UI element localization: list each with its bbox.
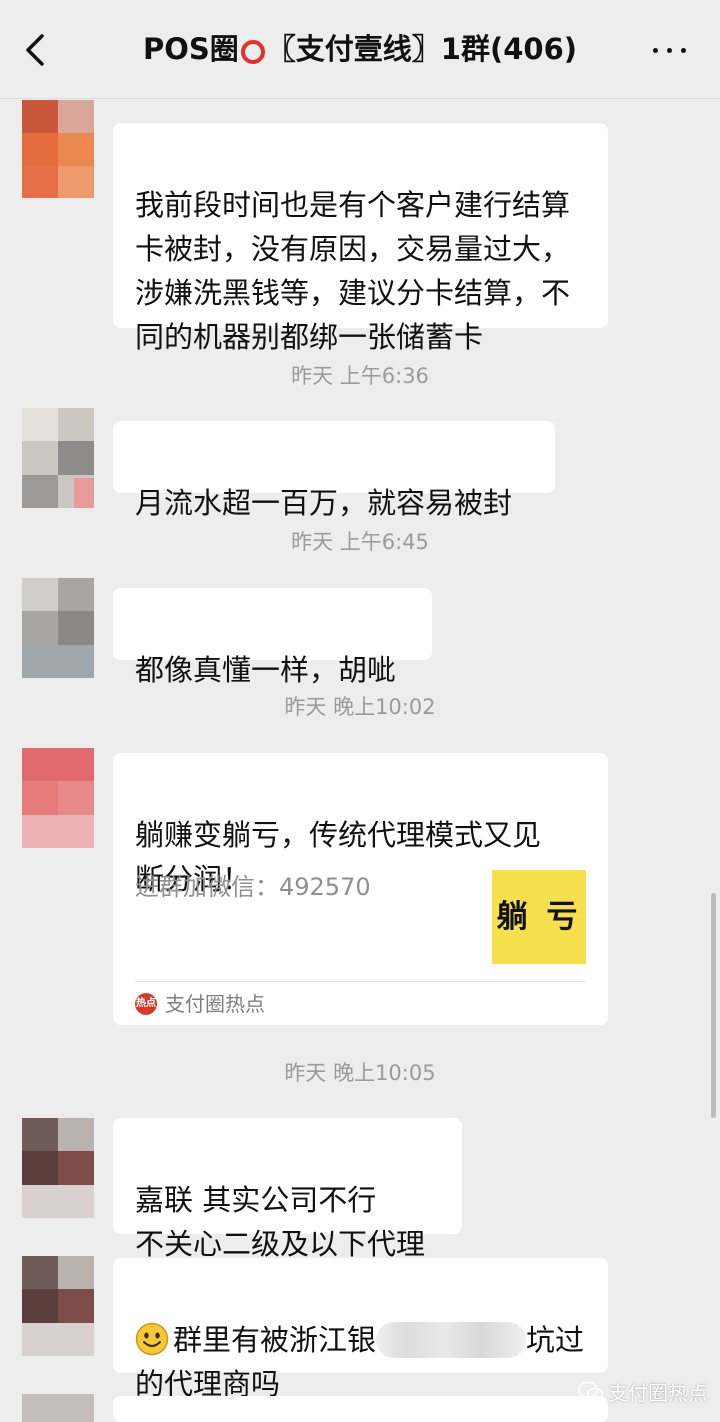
message-bubble[interactable]: 群里有被浙江银 坑过 的代理商吗	[113, 1258, 608, 1401]
smile-emoji-icon	[135, 1322, 169, 1356]
timestamp: 昨天 晚上10:05	[284, 1061, 436, 1085]
red-circle-icon	[240, 40, 265, 64]
message-text-start: 群里有被浙江银	[173, 1323, 377, 1357]
chat-header: POS圈 〖支付壹线〗1群(406)	[0, 0, 720, 99]
watermark-text: 支付圈热点	[608, 1381, 708, 1405]
link-card[interactable]: 躺赚变躺亏，传统代理模式又见 断分润！ 进群加微信：492570 躺 亏 热点 …	[113, 753, 608, 1025]
message-bubble[interactable]: 嘉联 其实公司不行 不关心二级及以下代理	[113, 1118, 462, 1261]
more-dots-icon[interactable]	[650, 40, 690, 60]
timestamp: 昨天 上午6:45	[291, 530, 429, 554]
timestamp: 昨天 上午6:36	[291, 364, 429, 388]
message-text: 嘉联 其实公司不行 不关心二级及以下代理	[135, 1183, 426, 1261]
message-text: 月流水超一百万，就容易被封	[135, 486, 513, 520]
timestamp: 昨天 晚上10:02	[284, 695, 436, 719]
title-prefix: POS圈	[142, 32, 239, 66]
card-thumbnail: 躺 亏	[492, 870, 586, 964]
title-suffix: 〖支付壹线〗1群(406)	[266, 32, 578, 66]
avatar[interactable]	[22, 1118, 94, 1218]
scrollbar[interactable]	[711, 893, 716, 1118]
page-title: POS圈 〖支付壹线〗1群(406)	[100, 24, 620, 74]
message-text: 都像真懂一样，胡呲	[135, 653, 397, 687]
blurred-text	[376, 1322, 527, 1358]
card-source: 热点 支付圈热点	[135, 987, 265, 1021]
avatar[interactable]	[22, 1256, 94, 1356]
wechat-icon	[578, 1381, 604, 1401]
source-logo-icon: 热点	[135, 993, 157, 1015]
card-description: 进群加微信：492570	[135, 873, 371, 901]
message-bubble[interactable]	[113, 1396, 608, 1422]
avatar[interactable]	[22, 1394, 94, 1422]
message-text: 我前段时间也是有个客户建行结算 卡被封，没有原因，交易量过大， 涉嫌洗黑钱等，建…	[135, 188, 571, 354]
chevron-left-icon[interactable]	[20, 30, 54, 70]
avatar[interactable]	[22, 578, 94, 678]
message-bubble[interactable]: 我前段时间也是有个客户建行结算 卡被封，没有原因，交易量过大， 涉嫌洗黑钱等，建…	[113, 123, 608, 354]
message-bubble[interactable]: 月流水超一百万，就容易被封	[113, 421, 555, 520]
avatar[interactable]	[22, 748, 94, 848]
card-source-name: 支付圈热点	[165, 992, 265, 1016]
avatar[interactable]	[22, 408, 94, 508]
avatar[interactable]	[22, 100, 94, 198]
watermark: 支付圈热点	[578, 1377, 708, 1406]
message-bubble[interactable]: 都像真懂一样，胡呲	[113, 588, 432, 687]
